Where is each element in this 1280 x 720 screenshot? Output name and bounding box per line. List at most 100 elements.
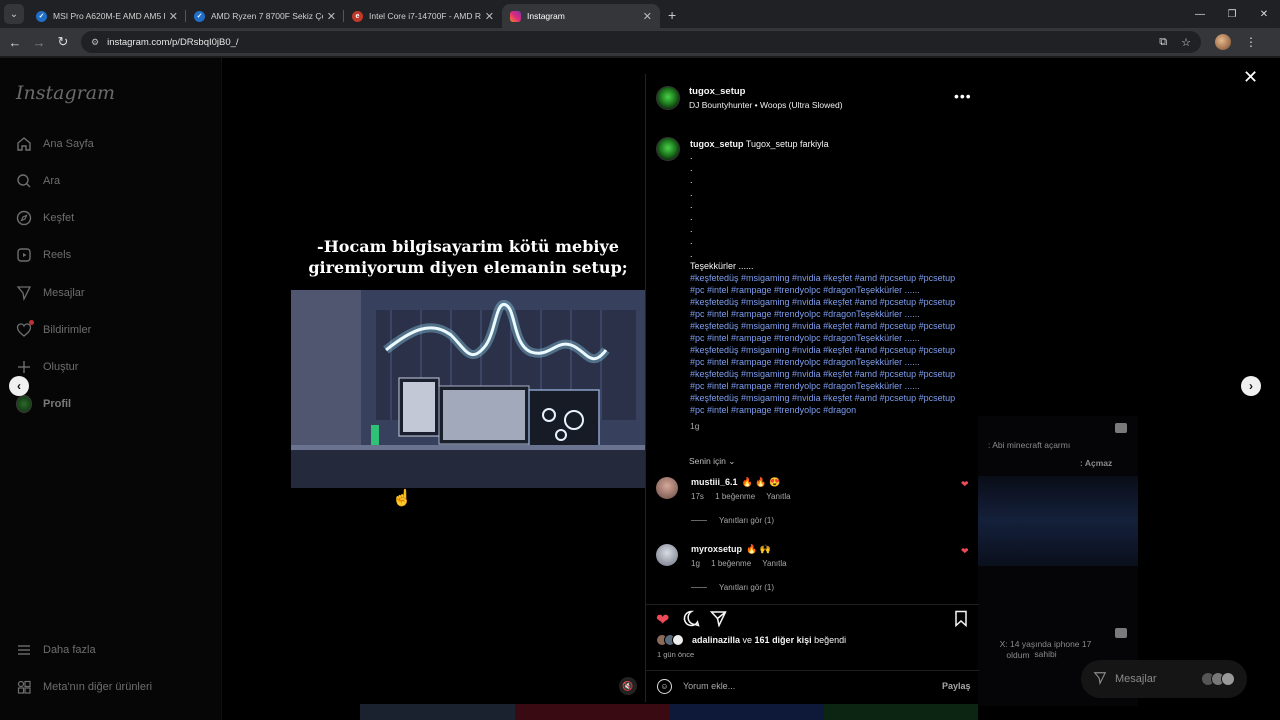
comment-likes[interactable]: 1 beğenme — [715, 492, 755, 501]
sidebar-item-notifications[interactable]: Bildirimler — [16, 320, 91, 338]
caption-author-avatar[interactable] — [656, 137, 680, 161]
avatar — [16, 395, 32, 413]
more-options-icon[interactable]: ••• — [954, 88, 972, 104]
share-send-icon[interactable] — [709, 610, 727, 632]
sidebar-item-explore[interactable]: Keşfet — [16, 210, 74, 226]
browser-tab-1[interactable]: ✓ MSI Pro A620M-E AMD AM5 DDR5 ✕ — [28, 4, 186, 28]
audio-track[interactable]: DJ Bountyhunter • Woops (Ultra Slowed) — [689, 100, 843, 110]
caption-dot: . — [690, 151, 693, 161]
video-icon — [1115, 628, 1127, 638]
tab-title: Intel Core i7-14700F - AMD Ryzen — [369, 11, 481, 21]
comment-icon[interactable] — [683, 610, 700, 632]
hashtag-line[interactable]: #keşfetedüş #msigaming #nvidia #keşfet #… — [690, 272, 970, 284]
sidebar-item-reels[interactable]: Reels — [16, 247, 71, 263]
liked-by-user[interactable]: adalinazilla — [692, 635, 740, 645]
hashtag-line[interactable]: #pc #intel #rampage #trendyolpc #dragonT… — [690, 308, 970, 320]
commenter-username[interactable]: mustiii_6.1 — [691, 477, 738, 487]
comment-input[interactable]: Yorum ekle... — [683, 681, 735, 691]
hashtag-line[interactable]: #pc #intel #rampage #trendyolpc #dragonT… — [690, 284, 970, 296]
hashtag-line[interactable]: #pc #intel #rampage #trendyolpc #dragonT… — [690, 380, 970, 392]
close-tab-icon[interactable]: ✕ — [327, 10, 336, 23]
url-bar[interactable]: ⚙ instagram.com/p/DRsbqI0jB0_/ ⧉ ☆ — [81, 31, 1201, 53]
forward-icon[interactable]: → — [27, 35, 51, 50]
compass-icon — [16, 210, 32, 226]
grid-icon — [16, 679, 32, 695]
mouse-pointer: ☝ — [392, 490, 412, 507]
hashtag-line[interactable]: #pc #intel #rampage #trendyolpc #dragonT… — [690, 356, 970, 368]
tab-title: MSI Pro A620M-E AMD AM5 DDR5 — [53, 11, 165, 21]
emoji-icon[interactable]: ☺ — [657, 679, 672, 694]
close-tab-icon[interactable]: ✕ — [485, 10, 494, 23]
browser-tab-2[interactable]: ✓ AMD Ryzen 7 8700F Sekiz Çekirdek ✕ — [186, 4, 344, 28]
close-window-icon[interactable]: ✕ — [1248, 9, 1280, 20]
close-tab-icon[interactable]: ✕ — [643, 10, 652, 23]
browser-tab-3[interactable]: e Intel Core i7-14700F - AMD Ryzen ✕ — [344, 4, 502, 28]
hashtag-line[interactable]: #pc #intel #rampage #trendyolpc #dragonT… — [690, 332, 970, 344]
sidebar-item-meta[interactable]: Meta'nın diğer ürünleri — [16, 679, 152, 695]
close-modal-icon[interactable]: ✕ — [1243, 67, 1258, 88]
view-replies-label: Yanıtları gör (1) — [719, 583, 774, 592]
messages-pill[interactable]: Mesajlar — [1081, 660, 1247, 698]
browser-menu-icon[interactable]: ⋮ — [1245, 35, 1257, 49]
sidebar-item-home[interactable]: Ana Sayfa — [16, 136, 94, 152]
liked-heart-icon[interactable]: ❤ — [961, 546, 969, 557]
hashtag-line[interactable]: #keşfetedüş #msigaming #nvidia #keşfet #… — [690, 392, 970, 404]
post-actions: ❤ — [646, 604, 979, 630]
reply-button[interactable]: Yanıtla — [766, 492, 790, 501]
site-info-icon[interactable]: ⚙ — [91, 37, 99, 48]
likes-others[interactable]: 161 diğer kişi — [755, 635, 812, 645]
hashtag-line[interactable]: #keşfetedüş #msigaming #nvidia #keşfet #… — [690, 368, 970, 380]
caption-username[interactable]: tugox_setup — [690, 139, 744, 149]
new-tab-button[interactable]: + — [668, 7, 676, 23]
view-replies-button[interactable]: Yanıtları gör (1) — [691, 516, 774, 525]
liked-heart-icon[interactable]: ❤ — [961, 479, 969, 490]
minimize-icon[interactable]: — — [1184, 9, 1216, 20]
reload-icon[interactable]: ↻ — [51, 34, 75, 50]
hashtag-line[interactable]: #keşfetedüş #msigaming #nvidia #keşfet #… — [690, 344, 970, 356]
comment-composer: ☺ Yorum ekle... Paylaş — [646, 670, 979, 702]
caption-thanks: Teşekkürler ...... — [690, 260, 754, 271]
previous-post-button[interactable]: ‹ — [9, 376, 29, 396]
view-replies-button[interactable]: Yanıtları gör (1) — [691, 583, 774, 592]
post-video[interactable] — [291, 290, 645, 488]
likes-summary[interactable]: adalinazilla ve 161 diğer kişi beğendi — [656, 634, 846, 646]
preview-text: oldum — [1006, 650, 1030, 660]
like-heart-icon[interactable]: ❤ — [656, 610, 669, 630]
comment-header: mustiii_6.1 🔥 🔥 😍 — [691, 477, 780, 488]
browser-profile-avatar[interactable] — [1215, 34, 1231, 50]
close-tab-icon[interactable]: ✕ — [169, 10, 178, 23]
restore-icon[interactable]: ❐ — [1216, 9, 1248, 20]
bookmark-icon[interactable] — [954, 610, 968, 632]
post-overlay-text: -Hocam bilgisayarim kötü mebiye giremiyo… — [291, 236, 645, 278]
hashtags[interactable]: #keşfetedüş #msigaming #nvidia #keşfet #… — [690, 272, 970, 416]
hashtag-line[interactable]: #keşfetedüş #msigaming #nvidia #keşfet #… — [690, 320, 970, 332]
mute-icon[interactable]: 🔇 — [619, 677, 637, 695]
post-comment-button[interactable]: Paylaş — [942, 681, 971, 691]
hashtag-line[interactable]: #pc #intel #rampage #trendyolpc #dragon — [690, 404, 970, 416]
sidebar-item-label: Daha fazla — [43, 644, 96, 656]
comment-sort-dropdown[interactable]: Senin için ⌄ — [689, 456, 735, 467]
tab-search-button[interactable]: ⌄ — [4, 4, 24, 24]
next-post-button[interactable]: › — [1241, 376, 1261, 396]
sidebar-item-more[interactable]: Daha fazla — [16, 642, 96, 658]
author-username[interactable]: tugox_setup — [689, 86, 745, 97]
hashtag-line[interactable]: #keşfetedüş #msigaming #nvidia #keşfet #… — [690, 296, 970, 308]
sidebar-item-create[interactable]: Oluştur — [16, 359, 78, 375]
commenter-avatar[interactable] — [656, 477, 678, 499]
send-icon — [16, 285, 32, 301]
instagram-logo[interactable]: Instagram — [16, 82, 115, 104]
sidebar-item-profile[interactable]: Profil — [16, 395, 71, 413]
comment-likes[interactable]: 1 beğenme — [711, 559, 751, 568]
sidebar-item-search[interactable]: Ara — [16, 173, 60, 189]
back-icon[interactable]: ← — [3, 35, 27, 50]
commenter-avatar[interactable] — [656, 544, 678, 566]
browser-tab-4[interactable]: Instagram ✕ — [502, 4, 660, 28]
install-app-icon[interactable]: ⧉ — [1159, 36, 1167, 49]
bookmark-star-icon[interactable]: ☆ — [1181, 36, 1191, 49]
sidebar-item-messages[interactable]: Mesajlar — [16, 285, 85, 301]
comment-header: myroxsetup 🔥 🙌 — [691, 544, 771, 555]
comment-meta: 17s 1 beğenme Yanıtla — [691, 492, 800, 501]
author-avatar[interactable] — [656, 86, 680, 110]
reply-button[interactable]: Yanıtla — [762, 559, 786, 568]
commenter-username[interactable]: myroxsetup — [691, 544, 742, 554]
